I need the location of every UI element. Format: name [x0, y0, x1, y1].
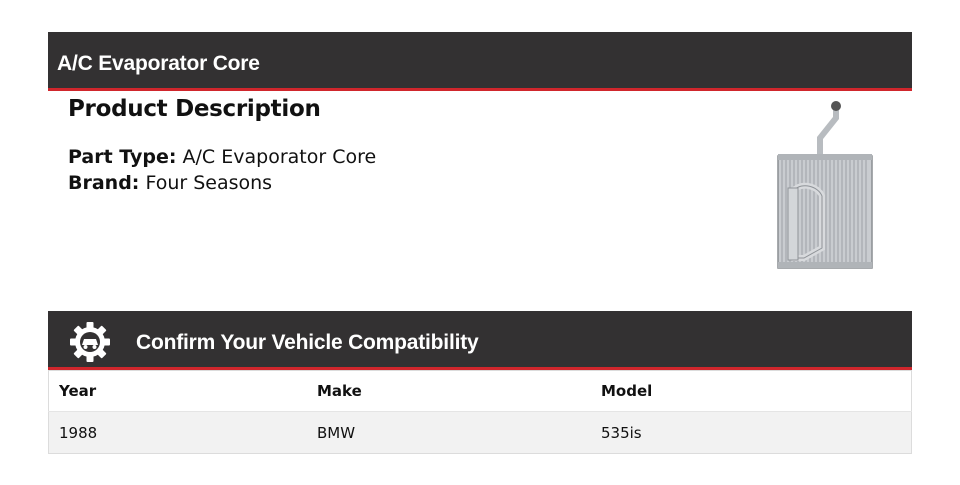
column-header-make: Make	[307, 370, 591, 412]
brand-label: Brand:	[68, 172, 140, 194]
cell-year: 1988	[48, 411, 307, 454]
cell-make: BMW	[307, 411, 591, 454]
product-header-bar: A/C Evaporator Core	[48, 32, 912, 91]
compatibility-header-bar: Confirm Your Vehicle Compatibility	[48, 311, 912, 370]
table-row: 1988 BMW 535is	[48, 411, 912, 454]
gear-car-icon	[70, 322, 110, 362]
column-header-model: Model	[591, 370, 912, 412]
brand-row: Brand: Four Seasons	[68, 170, 376, 196]
part-type-value: A/C Evaporator Core	[182, 146, 377, 168]
compatibility-table: Year Make Model 1988 BMW 535is	[48, 370, 912, 454]
cell-model: 535is	[591, 411, 912, 454]
table-header-row: Year Make Model	[48, 370, 912, 412]
part-type-row: Part Type: A/C Evaporator Core	[68, 144, 376, 170]
brand-value: Four Seasons	[145, 172, 273, 194]
product-description: Product Description Part Type: A/C Evapo…	[68, 96, 376, 196]
product-title: A/C Evaporator Core	[57, 52, 260, 75]
column-header-year: Year	[48, 370, 307, 412]
description-heading: Product Description	[68, 96, 321, 122]
evaporator-core-image	[777, 101, 873, 269]
part-type-label: Part Type:	[68, 146, 177, 168]
compatibility-title: Confirm Your Vehicle Compatibility	[136, 331, 479, 354]
